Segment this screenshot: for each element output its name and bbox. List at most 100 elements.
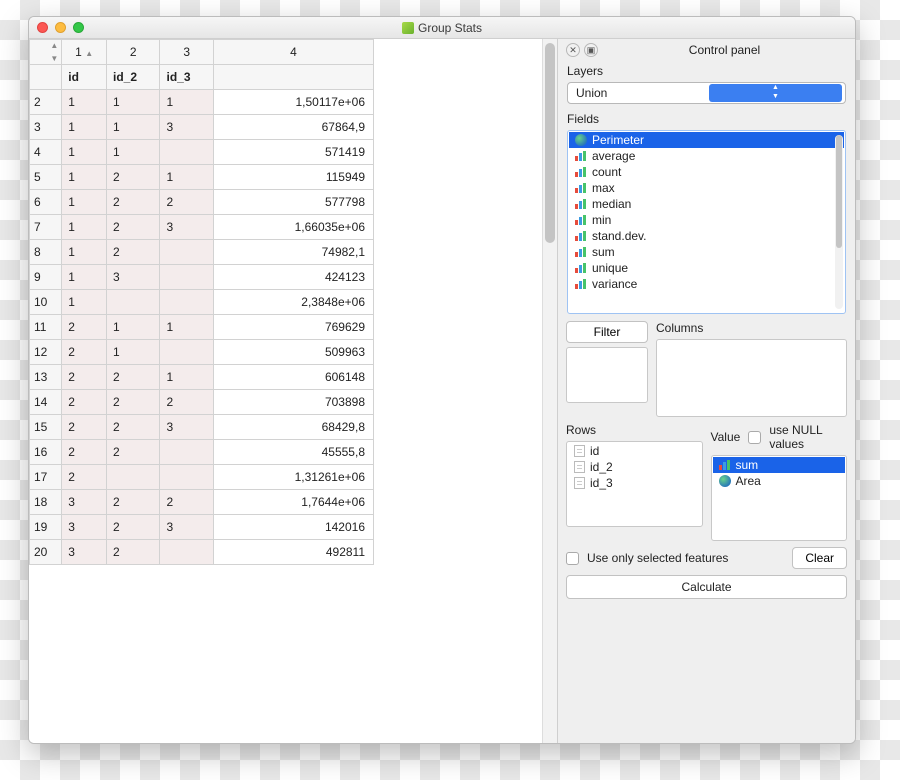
super-header-4[interactable]: 4 (214, 40, 374, 65)
table-cell[interactable] (160, 140, 214, 165)
table-cell[interactable]: 1 (62, 190, 107, 215)
table-cell[interactable] (160, 440, 214, 465)
results-table[interactable]: ▲ ▼ 1 ▲ 2 3 4 id id_2 id_3 (29, 39, 374, 565)
table-row[interactable]: 6122577798 (30, 190, 374, 215)
row-number[interactable]: 16 (30, 440, 62, 465)
table-row[interactable]: 19323142016 (30, 515, 374, 540)
row-number[interactable]: 15 (30, 415, 62, 440)
table-cell[interactable]: 1 (62, 165, 107, 190)
table-row[interactable]: 162245555,8 (30, 440, 374, 465)
fields-item[interactable]: sum (569, 244, 844, 260)
table-cell[interactable]: 2 (107, 215, 160, 240)
header-id[interactable]: id (62, 65, 107, 90)
super-header-3[interactable]: 3 (160, 40, 214, 65)
minimize-icon[interactable] (55, 22, 66, 33)
header-id2[interactable]: id_2 (107, 65, 160, 90)
titlebar[interactable]: Group Stats (29, 17, 855, 39)
table-cell-value[interactable]: 1,50117e+06 (214, 90, 374, 115)
table-cell-value[interactable]: 1,66035e+06 (214, 215, 374, 240)
row-number[interactable]: 6 (30, 190, 62, 215)
table-cell[interactable]: 1 (107, 140, 160, 165)
table-cell[interactable]: 2 (107, 415, 160, 440)
value-item[interactable]: Area (713, 473, 846, 489)
table-cell[interactable] (160, 540, 214, 565)
table-row[interactable]: 11211769629 (30, 315, 374, 340)
table-cell[interactable] (160, 265, 214, 290)
fields-item[interactable]: Perimeter (569, 132, 844, 148)
table-cell-value[interactable]: 571419 (214, 140, 374, 165)
layers-select[interactable]: Union ▲▼ (567, 82, 846, 104)
table-row[interactable]: 5121115949 (30, 165, 374, 190)
use-selected-checkbox[interactable] (566, 552, 579, 565)
table-row[interactable]: 13221606148 (30, 365, 374, 390)
table-cell-value[interactable]: 577798 (214, 190, 374, 215)
fields-scrollbar[interactable] (835, 135, 843, 309)
table-cell-value[interactable]: 45555,8 (214, 440, 374, 465)
table-cell-value[interactable]: 606148 (214, 365, 374, 390)
table-cell-value[interactable]: 1,31261e+06 (214, 465, 374, 490)
rows-item[interactable]: id (568, 443, 701, 459)
zoom-icon[interactable] (73, 22, 84, 33)
table-cell[interactable]: 2 (107, 240, 160, 265)
table-cell-value[interactable]: 68429,8 (214, 415, 374, 440)
row-number[interactable]: 11 (30, 315, 62, 340)
super-header-2[interactable]: 2 (107, 40, 160, 65)
row-number[interactable]: 18 (30, 490, 62, 515)
table-cell[interactable]: 1 (160, 165, 214, 190)
value-listbox[interactable]: sumArea (711, 455, 848, 541)
fields-item[interactable]: max (569, 180, 844, 196)
fields-item[interactable]: min (569, 212, 844, 228)
value-item[interactable]: sum (713, 457, 846, 473)
row-number[interactable]: 12 (30, 340, 62, 365)
filter-button[interactable]: Filter (566, 321, 648, 343)
fields-item[interactable]: variance (569, 276, 844, 292)
table-row[interactable]: 311367864,9 (30, 115, 374, 140)
table-row[interactable]: 2032492811 (30, 540, 374, 565)
table-cell[interactable]: 2 (107, 365, 160, 390)
table-cell[interactable]: 1 (107, 315, 160, 340)
table-cell[interactable]: 1 (107, 115, 160, 140)
fields-item[interactable]: unique (569, 260, 844, 276)
table-cell[interactable] (107, 465, 160, 490)
table-cell[interactable]: 3 (62, 490, 107, 515)
table-cell[interactable]: 2 (160, 190, 214, 215)
row-number[interactable]: 5 (30, 165, 62, 190)
table-cell-value[interactable]: 703898 (214, 390, 374, 415)
row-number[interactable]: 4 (30, 140, 62, 165)
table-cell[interactable]: 2 (160, 390, 214, 415)
row-number[interactable]: 3 (30, 115, 62, 140)
table-cell[interactable]: 2 (62, 465, 107, 490)
panel-close-icon[interactable]: ✕ (566, 43, 580, 57)
table-cell[interactable] (160, 290, 214, 315)
table-cell[interactable]: 3 (160, 215, 214, 240)
table-cell-value[interactable]: 74982,1 (214, 240, 374, 265)
columns-dropzone[interactable] (656, 339, 847, 417)
row-number[interactable]: 13 (30, 365, 62, 390)
table-cell[interactable]: 2 (62, 365, 107, 390)
table-cell[interactable]: 2 (107, 515, 160, 540)
table-cell[interactable]: 1 (160, 365, 214, 390)
row-number[interactable]: 20 (30, 540, 62, 565)
fields-item[interactable]: average (569, 148, 844, 164)
table-cell[interactable] (160, 465, 214, 490)
table-cell[interactable]: 1 (62, 215, 107, 240)
table-row[interactable]: 71231,66035e+06 (30, 215, 374, 240)
calculate-button[interactable]: Calculate (566, 575, 847, 599)
header-id3[interactable]: id_3 (160, 65, 214, 90)
table-cell-value[interactable]: 424123 (214, 265, 374, 290)
fields-scrollbar-thumb[interactable] (836, 135, 842, 248)
table-row[interactable]: 1221509963 (30, 340, 374, 365)
table-cell[interactable]: 3 (62, 540, 107, 565)
table-cell[interactable]: 1 (107, 340, 160, 365)
table-cell[interactable]: 2 (62, 415, 107, 440)
table-cell[interactable]: 2 (62, 340, 107, 365)
fields-item[interactable]: median (569, 196, 844, 212)
filter-dropzone[interactable] (566, 347, 648, 403)
row-number[interactable]: 7 (30, 215, 62, 240)
table-cell[interactable]: 1 (62, 290, 107, 315)
table-cell-value[interactable]: 2,3848e+06 (214, 290, 374, 315)
table-cell[interactable]: 1 (62, 265, 107, 290)
corner-header[interactable] (30, 65, 62, 90)
table-cell[interactable]: 1 (160, 315, 214, 340)
rows-listbox[interactable]: idid_2id_3 (566, 441, 703, 527)
